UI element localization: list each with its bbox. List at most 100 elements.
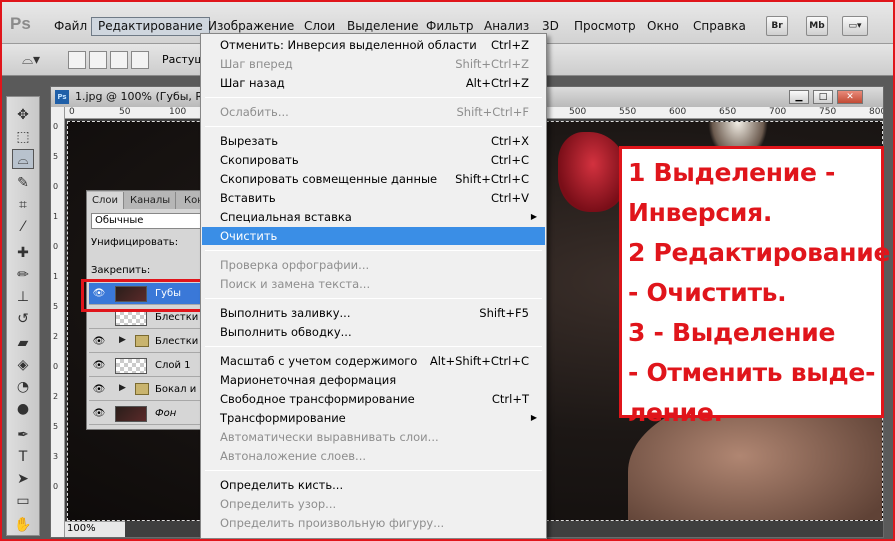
menu-item-label: Шаг вперед [220,57,293,71]
layer-group-row[interactable]: 👁 ▶ Бокал и [89,379,205,401]
menu-item[interactable]: Определить кисть... [202,476,545,494]
lasso-preset-icon[interactable]: ⌓▾ [20,50,42,70]
menu-item[interactable]: Масштаб с учетом содержимого Alt+Shift+Ct… [202,352,545,370]
add-selection-icon[interactable] [89,51,107,69]
menu-item-label: Поиск и замена текста... [220,277,371,291]
menu-item[interactable]: Определить произвольную фигуру... [202,514,545,532]
hand-tool-icon[interactable]: ✋ [12,515,34,535]
menu-item[interactable]: Отменить: Инверсия выделенной области Ctr… [202,36,545,54]
menu-window[interactable]: Окно [641,17,685,36]
path-select-icon[interactable]: ➤ [12,469,34,489]
menu-item[interactable]: Скопировать Ctrl+C [202,151,545,169]
ruler-tick-label: 750 [819,107,837,117]
blur-tool-icon[interactable]: ◔ [12,377,34,397]
stamp-tool-icon[interactable]: ⊥ [12,287,34,307]
eye-icon[interactable]: 👁 [92,383,106,397]
eraser-tool-icon[interactable]: ▰ [12,333,34,353]
menu-item[interactable]: Вырезать Ctrl+X [202,132,545,150]
ruler-tick-label: 5 [53,422,59,431]
screen-mode-icon[interactable]: ▭▾ [842,16,868,36]
eye-icon[interactable]: 👁 [92,407,106,421]
tools-panel: ✥ ⬚ ⌓ ✎ ⌗ ⁄ ✚ ✏ ⊥ ↺ ▰ ◈ ◔ ● ✒ T ➤ ▭ ✋ [6,96,40,536]
edit-menu-dropdown: Отменить: Инверсия выделенной области Ctr… [200,33,547,539]
minimize-button[interactable]: ▁ [789,90,809,104]
history-brush-icon[interactable]: ↺ [12,309,34,329]
new-selection-icon[interactable] [68,51,86,69]
menu-item[interactable]: Автоматически выравнивать слои... [202,428,545,446]
expand-triangle-icon[interactable]: ▶ [119,383,126,393]
menu-shortcut: Ctrl+T [491,392,529,406]
menu-shortcut: Alt+Ctrl+Z [465,76,529,90]
layer-name: Слой 1 [155,360,191,371]
type-tool-icon[interactable]: T [12,447,34,467]
menu-item[interactable]: Трансформирование ▶ [202,409,545,427]
menu-item-label: Определить кисть... [220,478,344,492]
layer-group-row[interactable]: 👁 ▶ Блестки [89,331,205,353]
eye-hidden-icon[interactable] [92,311,106,325]
menu-item[interactable]: Автоналожение слоев... [202,447,545,465]
ruler-tick-label: 2 [53,332,59,341]
minibridge-button[interactable]: Mb [806,16,828,36]
zoom-level[interactable]: 100% [65,521,125,537]
tab-channels[interactable]: Каналы [125,192,177,209]
menu-item[interactable]: Скопировать совмещенные данные Shift+Ctrl… [202,170,545,188]
menu-view[interactable]: Просмотр [568,17,642,36]
menu-shortcut: Ctrl+Z [491,38,529,52]
menu-item[interactable]: Марионеточная деформация [202,371,545,389]
menu-item[interactable]: Определить узор... [202,495,545,513]
close-button[interactable]: ✕ [837,90,863,104]
quick-select-icon[interactable]: ✎ [12,173,34,193]
menu-item[interactable]: Проверка орфографии... [202,256,545,274]
menu-help[interactable]: Справка [687,17,752,36]
menu-item-label: Скопировать совмещенные данные [220,172,438,186]
menu-separator [205,97,542,98]
brush-tool-icon[interactable]: ✏ [12,265,34,285]
healing-brush-icon[interactable]: ✚ [12,243,34,263]
ruler-tick-label: 1 [53,272,59,281]
lasso-tool-icon[interactable]: ⌓ [12,149,34,169]
shape-tool-icon[interactable]: ▭ [12,491,34,511]
pen-tool-icon[interactable]: ✒ [12,425,34,445]
menu-item[interactable]: Специальная вставка ▶ [202,208,545,226]
eye-icon[interactable]: 👁 [92,359,106,373]
menu-item[interactable]: Очистить [202,227,545,245]
bridge-button[interactable]: Br [766,16,788,36]
highlight-frame [81,279,203,312]
ruler-tick-label: 550 [619,107,637,117]
menu-shortcut: Ctrl+X [491,134,529,148]
menu-item[interactable]: Свободное трансформирование Ctrl+T [202,390,545,408]
blend-mode-select[interactable]: Обычные [91,213,203,229]
subtract-selection-icon[interactable] [110,51,128,69]
dodge-tool-icon[interactable]: ● [12,399,34,419]
unify-label: Унифицировать: [91,237,179,248]
maximize-button[interactable]: □ [813,90,833,104]
instruction-line: ление. [628,398,723,427]
ruler-tick-label: 5 [53,152,59,161]
menu-item[interactable]: Шаг назад Alt+Ctrl+Z [202,74,545,92]
menu-separator [205,298,542,299]
menu-edit[interactable]: Редактирование [91,17,210,36]
layer-row[interactable]: 👁 Фон [89,403,205,425]
expand-triangle-icon[interactable]: ▶ [119,335,126,345]
tab-layers[interactable]: Слои [87,192,124,209]
menu-item[interactable]: Ослабить... Shift+Ctrl+F [202,103,545,121]
marquee-tool-icon[interactable]: ⬚ [12,127,34,147]
ruler-tick-label: 0 [53,182,59,191]
eye-icon[interactable]: 👁 [92,335,106,349]
menu-file[interactable]: Файл [48,17,93,36]
menu-item[interactable]: Выполнить заливку... Shift+F5 [202,304,545,322]
paint-bucket-icon[interactable]: ◈ [12,355,34,375]
menu-item[interactable]: Вставить Ctrl+V [202,189,545,207]
ruler-tick-label: 1 [53,212,59,221]
menu-item[interactable]: Поиск и замена текста... [202,275,545,293]
menu-item[interactable]: Шаг вперед Shift+Ctrl+Z [202,55,545,73]
eyedropper-icon[interactable]: ⁄ [12,217,34,237]
folder-icon [135,383,149,395]
layer-row[interactable]: 👁 Слой 1 [89,355,205,377]
move-tool-icon[interactable]: ✥ [12,105,34,125]
menu-item[interactable]: Выполнить обводку... [202,323,545,341]
ruler-tick-label: 100 [169,107,187,117]
intersect-selection-icon[interactable] [131,51,149,69]
photoshop-logo: Ps [10,14,31,33]
crop-tool-icon[interactable]: ⌗ [12,195,34,215]
